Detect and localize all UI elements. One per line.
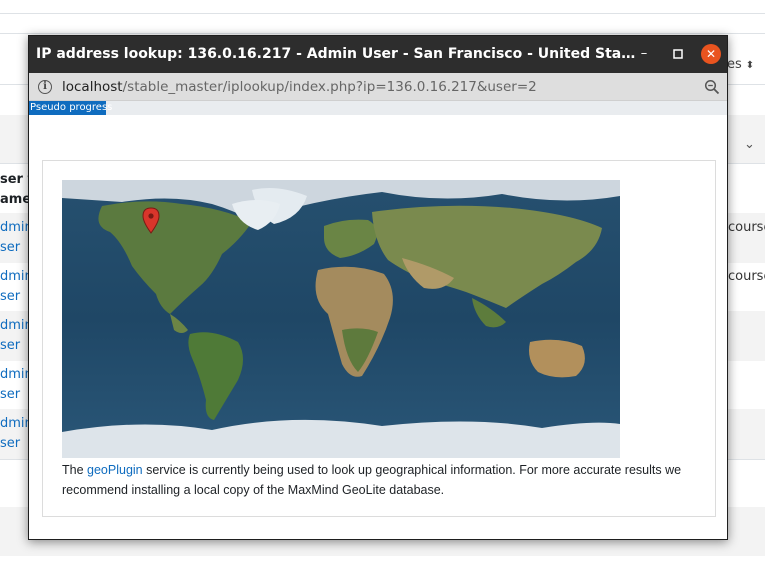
divider	[0, 33, 765, 34]
course-cell: course	[728, 220, 765, 235]
maximize-icon[interactable]	[668, 44, 688, 64]
window-titlebar[interactable]: IP address lookup: 136.0.16.217 - Admin …	[29, 36, 727, 73]
divider	[0, 13, 765, 14]
sort-dropdown[interactable]: es ⬍	[727, 57, 754, 72]
minimize-icon[interactable]: –	[634, 44, 654, 64]
sort-label: es	[727, 57, 742, 72]
geoplugin-notice: The geoPlugin service is currently being…	[62, 463, 682, 497]
close-icon[interactable]: ✕	[701, 44, 721, 64]
ip-lookup-popup-window: IP address lookup: 136.0.16.217 - Admin …	[28, 35, 728, 540]
lookup-card: The geoPlugin service is currently being…	[42, 160, 716, 517]
info-icon[interactable]: i	[38, 80, 52, 94]
window-title: IP address lookup: 136.0.16.217 - Admin …	[36, 46, 636, 62]
address-bar[interactable]: i localhost/stable_master/iplookup/index…	[29, 73, 727, 101]
course-cell: course	[728, 269, 765, 284]
sort-updown-icon: ⬍	[745, 60, 755, 71]
geoplugin-link[interactable]: geoPlugin	[87, 463, 143, 477]
world-map-image	[62, 180, 620, 458]
url-text[interactable]: localhost/stable_master/iplookup/index.p…	[62, 79, 537, 95]
pseudo-progress-bar: Pseudo progress	[29, 101, 727, 115]
chevron-down-icon[interactable]: ⌄	[744, 137, 755, 152]
progress-label: Pseudo progress	[30, 102, 113, 113]
zoom-icon[interactable]	[704, 79, 720, 95]
